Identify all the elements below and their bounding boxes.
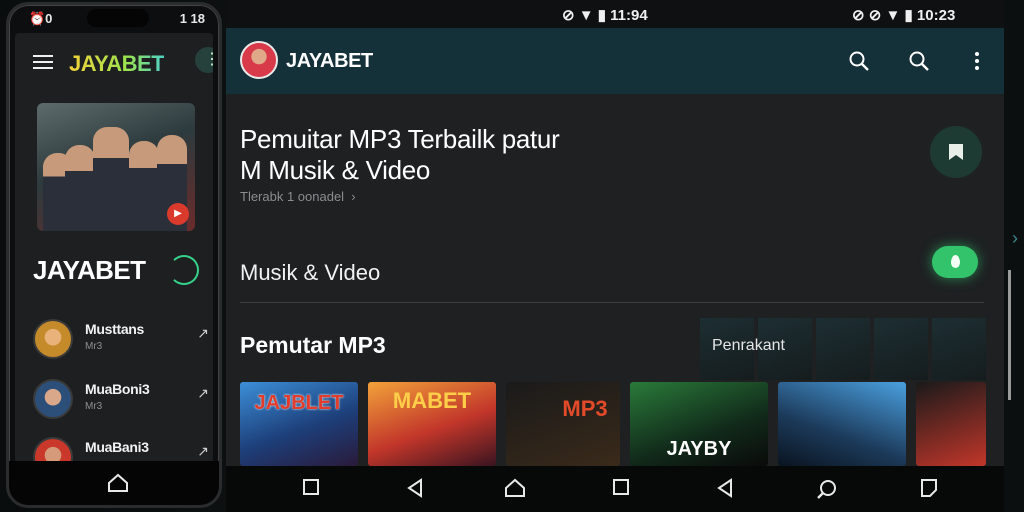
back-icon-secondary[interactable] (716, 478, 734, 498)
album-card[interactable]: MABET (368, 382, 496, 466)
section-title-music: Musik & Video (240, 260, 381, 285)
page-headline: Pemuitar MP3 Terbailk patur M Musik & Vi… (240, 124, 880, 186)
phone-app-logo: JAYABET (69, 51, 165, 76)
main-content: Pemuitar MP3 Terbailk patur M Musik & Vi… (226, 94, 1004, 466)
list-item-subtitle: Mr3 (85, 341, 103, 352)
album-card-label: MP3 (562, 396, 608, 421)
album-card-label: JAJBLET (254, 392, 344, 414)
headline-line-1: Pemuitar MP3 Terbailk patur (240, 124, 560, 154)
more-vert-icon[interactable] (966, 50, 988, 72)
recents-icon-secondary[interactable] (612, 478, 630, 496)
list-item[interactable]: Musttans Mr3 ↗ (33, 317, 209, 363)
avatar (33, 379, 73, 419)
phone-status-left: ⏰0 (29, 11, 53, 26)
home-icon[interactable] (107, 473, 129, 493)
headline-line-2: M Musik & Video (240, 155, 431, 185)
note-icon[interactable] (920, 478, 938, 498)
tablet-app: ⊘ ▼ ▮ 11:94 ⊘ ⊘ ▼ ▮ 10:23 JAYABET Pemuit… (226, 0, 1004, 512)
scrollbar[interactable] (1008, 270, 1011, 400)
album-card[interactable]: JAYBY (630, 382, 768, 466)
list-item-title: MuaBani3 (85, 439, 149, 455)
album-card[interactable]: JAJBLET (240, 382, 358, 466)
more-options-icon[interactable] (195, 47, 213, 73)
play-badge-icon: ▶ (167, 203, 189, 225)
section-title-mp3: Pemutar MP3 (240, 332, 386, 358)
app-title: JAYABET (286, 50, 373, 72)
phone-status-time: 1 18 (179, 11, 205, 26)
chevron-right-icon[interactable]: › (1012, 228, 1018, 249)
music-toggle[interactable] (932, 246, 978, 278)
phone-device: ⏰0 1 18 JAYABET ▶ JAYABET Musttans Mr3 (6, 2, 222, 508)
search-icon[interactable] (848, 50, 870, 72)
album-card-label: JAYBY (666, 438, 732, 460)
search-icon-secondary[interactable] (908, 50, 930, 72)
screen-composite: ⏰0 1 18 JAYABET ▶ JAYABET Musttans Mr3 (0, 0, 1024, 512)
phone-status-bar: ⏰0 1 18 (9, 5, 219, 31)
status-time-2: ⊘ ⊘ ▼ ▮ 10:23 (852, 7, 956, 24)
app-top-bar: JAYABET (226, 28, 1004, 94)
phone-screen: JAYABET ▶ JAYABET Musttans Mr3 ↗ MuaBon (15, 33, 213, 467)
avatar (33, 319, 73, 359)
subtitle-text: Tlerabk 1 oonadel (240, 189, 345, 204)
recents-icon[interactable] (302, 478, 320, 496)
album-card-label: MABET (392, 388, 472, 413)
status-time-2-text: 10:23 (916, 7, 956, 24)
headline-subtitle[interactable]: Tlerabk 1 oonadel › (240, 189, 356, 204)
album-card[interactable] (778, 382, 906, 466)
album-card[interactable]: MP3 (506, 382, 620, 466)
album-carousel: JAJBLET MABET MP3 JAYBY (240, 382, 986, 466)
app-avatar[interactable] (240, 41, 278, 79)
phone-brand-title: JAYABET (33, 255, 146, 285)
status-time-1: ⊘ ▼ ▮ 11:94 (562, 7, 648, 24)
divider (240, 302, 984, 303)
list-item-title: MuaBoni3 (85, 381, 150, 397)
see-more-link[interactable]: Penrakant (712, 337, 785, 355)
home-icon[interactable] (504, 478, 526, 498)
right-edge: › (1004, 0, 1024, 512)
search-nav-icon[interactable] (816, 478, 838, 500)
bookmark-button[interactable] (930, 126, 982, 178)
tablet-status-bar: ⊘ ▼ ▮ 11:94 ⊘ ⊘ ▼ ▮ 10:23 (226, 0, 1004, 28)
status-time-1-text: 11:94 (610, 7, 648, 24)
chevron-icon: ↗ (197, 325, 209, 341)
list-item-subtitle: Mr3 (85, 401, 103, 412)
hamburger-menu-icon[interactable] (33, 55, 53, 69)
phone-hero-image[interactable]: ▶ (37, 103, 195, 231)
list-item-title: Musttans (85, 321, 145, 337)
album-card[interactable] (916, 382, 986, 466)
list-item[interactable]: MuaBoni3 Mr3 ↗ (33, 377, 209, 423)
phone-nav-bar (9, 461, 219, 505)
chevron-icon: ↗ (197, 443, 209, 459)
chevron-icon: ↗ (197, 385, 209, 401)
tablet-nav-bar (226, 466, 1004, 512)
back-icon[interactable] (406, 478, 424, 498)
bookmark-icon (949, 144, 963, 160)
phone-notch (87, 9, 149, 27)
loading-ring-icon (169, 255, 199, 285)
